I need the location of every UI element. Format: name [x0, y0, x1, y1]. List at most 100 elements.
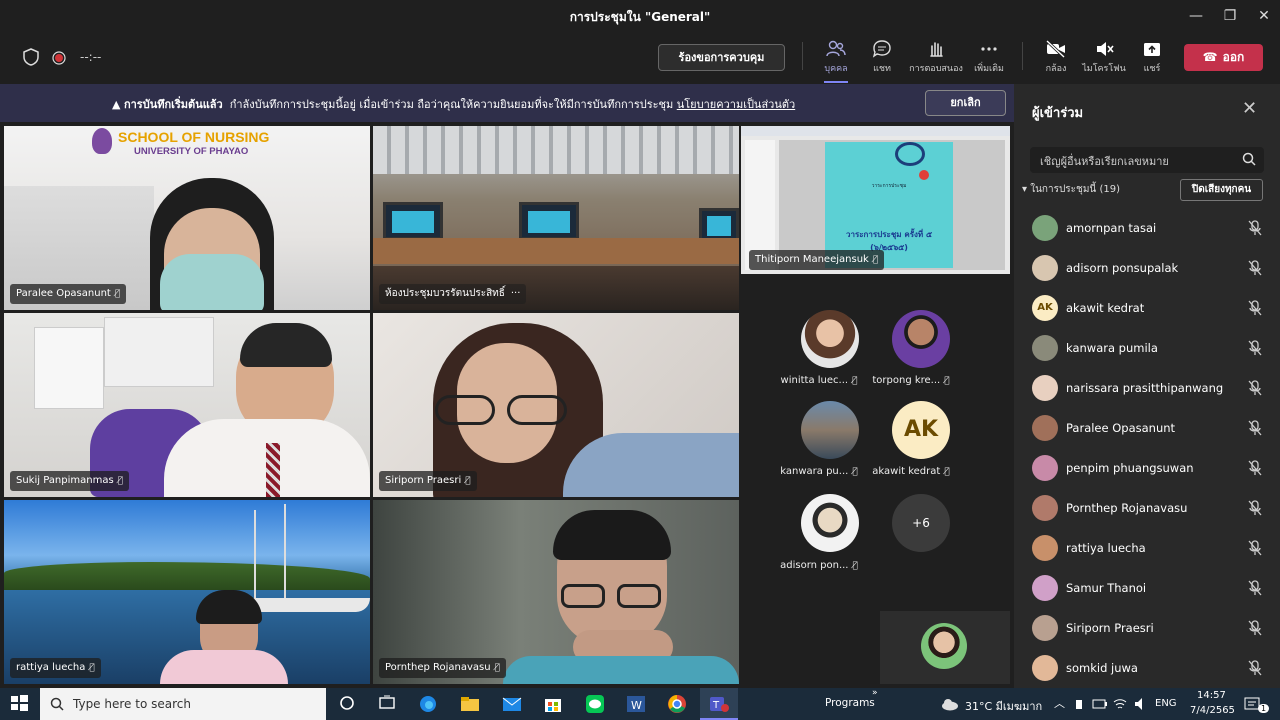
cancel-recording-button[interactable]: ยกเลิก: [925, 90, 1006, 116]
more-button[interactable]: เพิ่มเติม: [961, 40, 1017, 75]
mic-off-icon[interactable]: [1248, 620, 1262, 640]
programs-label[interactable]: Programs: [825, 697, 875, 709]
avatar[interactable]: [892, 310, 950, 368]
video-tile[interactable]: Sukij Panpimanmas 🎙̸: [4, 313, 370, 497]
line-icon[interactable]: [585, 694, 605, 714]
island-trees: [4, 562, 370, 590]
invite-search-input[interactable]: เชิญผู้อื่นหรือเรียกเลขหมาย: [1030, 147, 1264, 173]
video-tile[interactable]: วาระการประชุม วาระการประชุม ครั้งที่ ๕ (…: [741, 126, 1010, 274]
svg-text:T: T: [712, 700, 720, 711]
participant-row[interactable]: adisorn ponsupalak: [1014, 248, 1280, 288]
banner-message: ▲ การบันทึกเริ่มต้นแล้ว กำลังบันทึกการปร…: [112, 95, 795, 113]
participant-row[interactable]: kanwara pumila: [1014, 328, 1280, 368]
mic-off-icon[interactable]: [1248, 580, 1262, 600]
weather-text[interactable]: 31°C มีเมฆมาก: [965, 697, 1042, 715]
person-hair: [553, 510, 671, 560]
participant-row[interactable]: penpim phuangsuwan: [1014, 448, 1280, 488]
avatar[interactable]: [801, 310, 859, 368]
self-view[interactable]: [880, 611, 1010, 684]
bubble-name: akawit kedrat 🎙̸: [872, 466, 950, 477]
more-label: เพิ่มเติม: [974, 64, 1004, 74]
video-tile[interactable]: Pornthep Rojanavasu 🎙̸: [373, 500, 739, 684]
more-participants-button[interactable]: +6: [892, 494, 950, 552]
participant-row[interactable]: somkid juwa: [1014, 648, 1280, 688]
group-header[interactable]: ▾ ในการประชุมนี้ (19): [1022, 182, 1120, 197]
chat-button[interactable]: แชท: [854, 40, 910, 75]
search-icon[interactable]: [1242, 152, 1256, 169]
usb-icon[interactable]: [1074, 696, 1094, 716]
participant-row[interactable]: Paralee Opasanunt: [1014, 408, 1280, 448]
avatar-initials[interactable]: AK: [892, 401, 950, 459]
mail-icon[interactable]: [502, 694, 522, 714]
avatar[interactable]: [801, 401, 859, 459]
volume-icon[interactable]: [1133, 696, 1153, 716]
participants-panel: ผู้เข้าร่วม ✕ เชิญผู้อื่นหรือเรียกเลขหมา…: [1014, 84, 1280, 688]
search-placeholder: เชิญผู้อื่นหรือเรียกเลขหมาย: [1040, 155, 1169, 168]
video-tile[interactable]: Siriporn Praesri 🎙̸: [373, 313, 739, 497]
title-bar: การประชุมใน "General" — ❐ ✕: [0, 0, 1280, 32]
close-panel-icon[interactable]: ✕: [1242, 98, 1257, 119]
mic-off-icon[interactable]: [1248, 500, 1262, 520]
participant-row[interactable]: narissara prasitthipanwang: [1014, 368, 1280, 408]
table: [373, 238, 739, 264]
reactions-button[interactable]: การตอบสนอง: [907, 40, 965, 75]
edge-icon[interactable]: [418, 694, 438, 714]
divider: [1022, 42, 1023, 70]
mic-off-icon[interactable]: [1248, 420, 1262, 440]
tile-label: Paralee Opasanunt 🎙̸: [10, 284, 127, 304]
participant-row[interactable]: amornpan tasai: [1014, 208, 1280, 248]
maximize-button[interactable]: ❐: [1212, 4, 1248, 28]
mic-off-icon[interactable]: [1248, 540, 1262, 560]
tile-label: rattiya luecha 🎙̸: [10, 658, 101, 678]
mic-off-icon[interactable]: [1248, 260, 1262, 280]
video-tile[interactable]: SCHOOL OF NURSING UNIVERSITY OF PHAYAO P…: [4, 126, 370, 310]
wifi-icon[interactable]: [1112, 696, 1132, 716]
participant-row[interactable]: rattiya luecha: [1014, 528, 1280, 568]
participant-row[interactable]: AK akawit kedrat: [1014, 288, 1280, 328]
leave-button[interactable]: ☎ ออก: [1184, 44, 1263, 71]
task-view-icon[interactable]: [378, 694, 398, 714]
chrome-icon[interactable]: [667, 694, 687, 714]
mic-off-icon[interactable]: [1248, 300, 1262, 320]
close-window-button[interactable]: ✕: [1246, 4, 1280, 28]
minimize-button[interactable]: —: [1178, 4, 1214, 28]
programs-chevron-icon[interactable]: »: [872, 688, 878, 698]
search-placeholder: Type here to search: [73, 697, 191, 711]
taskbar-search-input[interactable]: Type here to search: [40, 688, 326, 720]
logo-text-line1: SCHOOL OF NURSING: [118, 129, 270, 145]
battery-icon[interactable]: [1092, 696, 1112, 716]
mic-off-icon[interactable]: [1248, 460, 1262, 480]
avatar[interactable]: [801, 494, 859, 552]
video-tile[interactable]: ห้องประชุมบวรรัตนประสิทธิ์ ···: [373, 126, 739, 310]
teams-taskbar-item[interactable]: T: [700, 688, 738, 720]
privacy-link[interactable]: นโยบายความเป็นส่วนตัว: [677, 98, 795, 111]
language-indicator[interactable]: ENG: [1155, 698, 1177, 709]
mute-all-button[interactable]: ปิดเสียงทุกคน: [1180, 179, 1263, 201]
cortana-icon[interactable]: [338, 694, 358, 714]
store-icon[interactable]: [543, 694, 563, 714]
word-icon[interactable]: W: [626, 694, 646, 714]
participant-avatar: [1032, 495, 1058, 521]
windows-start-icon[interactable]: [10, 694, 30, 714]
clock-date[interactable]: 7/4/2565: [1190, 705, 1235, 716]
group-label: ในการประชุมนี้ (19): [1030, 184, 1120, 195]
participant-row[interactable]: Pornthep Rojanavasu: [1014, 488, 1280, 528]
mic-off-icon: 🎙̸: [465, 476, 471, 486]
share-label: แชร์: [1143, 64, 1161, 74]
video-tile[interactable]: rattiya luecha 🎙̸: [4, 500, 370, 684]
chevron-up-icon[interactable]: ︿: [1054, 695, 1065, 711]
mic-off-icon[interactable]: [1248, 220, 1262, 240]
mic-off-icon[interactable]: [1248, 380, 1262, 400]
file-explorer-icon[interactable]: [460, 694, 480, 714]
share-button[interactable]: แชร์: [1124, 40, 1180, 75]
participant-row[interactable]: Samur Thanoi: [1014, 568, 1280, 608]
banner-bold: การบันทึกเริ่มต้นแล้ว: [123, 98, 223, 111]
request-control-button[interactable]: ร้องขอการควบคุม: [658, 44, 785, 71]
shield-icon[interactable]: [23, 48, 39, 70]
clock-time[interactable]: 14:57: [1197, 690, 1226, 701]
sailboat-mast: [284, 504, 286, 604]
glasses: [557, 584, 667, 610]
mic-off-icon[interactable]: [1248, 660, 1262, 680]
mic-off-icon[interactable]: [1248, 340, 1262, 360]
participant-row[interactable]: Siriporn Praesri: [1014, 608, 1280, 648]
